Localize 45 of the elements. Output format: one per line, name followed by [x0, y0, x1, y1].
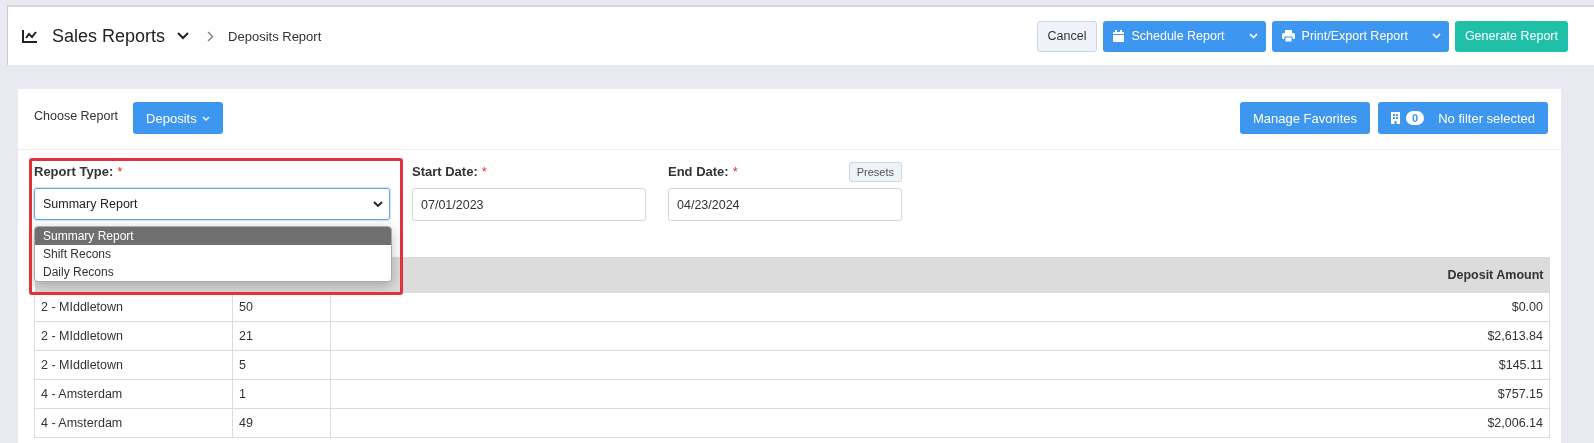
- table-cell: $757.15: [330, 379, 1550, 409]
- table-cell: 2 - MIddletown: [34, 321, 233, 351]
- count-badge: 0: [1406, 111, 1425, 125]
- table-cell: $2,613.84: [330, 321, 1550, 351]
- field-label: End Date:: [668, 163, 729, 181]
- date-field[interactable]: 04/23/2024: [668, 188, 902, 221]
- breadcrumb-item: Deposits Report: [228, 28, 322, 44]
- cancel-button[interactable]: Cancel: [1036, 20, 1098, 52]
- presets-button[interactable]: Presets: [848, 162, 902, 182]
- field-label: Choose Report: [34, 109, 119, 123]
- building-icon: [1391, 112, 1401, 124]
- calendar-icon: [1113, 30, 1125, 42]
- table-cell: $145.11: [330, 350, 1550, 380]
- printer-icon: [1281, 30, 1295, 42]
- field-label: Report Type:: [34, 163, 114, 181]
- required-mark: *: [117, 163, 123, 181]
- table-cell: 21: [232, 321, 331, 351]
- chevron-down-icon: [373, 200, 383, 208]
- date-field[interactable]: 07/01/2023: [412, 188, 646, 221]
- required-mark: *: [481, 163, 487, 181]
- dropdown-toggle[interactable]: [1240, 20, 1266, 52]
- table-cell: 4 - Amsterdam: [34, 379, 233, 409]
- page-title: Sales Reports: [52, 25, 166, 47]
- caret-icon: [201, 115, 210, 121]
- chevron-right-icon: [207, 30, 215, 42]
- column-header: Deposit Amount: [330, 257, 1550, 293]
- table-cell: 4 - Amsterdam: [34, 408, 233, 438]
- table-cell: $2,006.14: [330, 408, 1550, 438]
- table-cell: 49: [232, 408, 331, 438]
- table-cell: 5: [232, 350, 331, 380]
- dropdown-option[interactable]: Summary Report: [35, 227, 391, 245]
- table-cell: 50: [232, 292, 331, 322]
- caret-icon: [1248, 33, 1258, 39]
- table-cell: $0.00: [330, 292, 1550, 322]
- table-cell: 2 - MIddletown: [34, 350, 233, 380]
- field-label: Start Date:: [412, 163, 478, 181]
- chevron-down-icon[interactable]: [177, 32, 190, 40]
- report-type-select[interactable]: Summary Report: [34, 188, 390, 220]
- table-cell: 2 - MIddletown: [34, 292, 233, 322]
- table-cell: 1: [232, 379, 331, 409]
- filter-label: No filter selected: [1438, 110, 1535, 126]
- line-chart-icon: [22, 29, 38, 43]
- required-mark: *: [732, 163, 738, 181]
- dropdown-toggle[interactable]: [1423, 20, 1449, 52]
- caret-icon: [1431, 33, 1441, 39]
